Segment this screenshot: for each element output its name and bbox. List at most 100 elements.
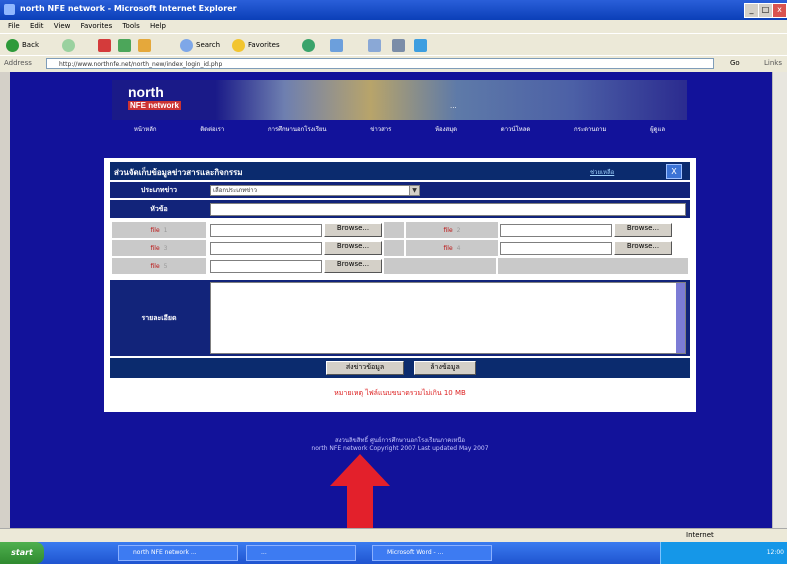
file4-label: file 4: [406, 240, 498, 256]
site-logo[interactable]: north: [128, 84, 164, 100]
ie-icon: [4, 4, 15, 15]
detail-row: รายละเอียด: [110, 280, 690, 356]
file4-input[interactable]: [500, 242, 612, 255]
task-ie-window[interactable]: north NFE network ...: [118, 545, 238, 561]
menu-view[interactable]: View: [54, 20, 71, 33]
mail-button[interactable]: [368, 37, 384, 53]
form-close-button[interactable]: X: [666, 164, 682, 179]
reset-button[interactable]: ล้างข้อมูล: [414, 361, 476, 375]
file5-label: file 5: [112, 258, 206, 274]
footer-line-1: สงวนลิขสิทธิ์ ศูนย์การศึกษานอกโรงเรียนภา…: [334, 437, 466, 444]
refresh-button[interactable]: [118, 37, 134, 53]
file2-label: file 2: [406, 222, 498, 238]
messenger-button[interactable]: [414, 37, 430, 53]
menu-file[interactable]: File: [8, 20, 20, 33]
menu-edit[interactable]: Edit: [30, 20, 44, 33]
form-title: ส่วนจัดเก็บข้อมูลข่าวสารและกิจกรรม: [114, 168, 243, 177]
media-icon: [302, 38, 315, 52]
back-label: Back: [22, 41, 39, 49]
banner-tagline: ...: [450, 102, 457, 110]
menu-tools[interactable]: Tools: [122, 20, 139, 33]
textarea-scrollbar[interactable]: [676, 283, 685, 353]
window-title-bar: north NFE network - Microsoft Internet E…: [0, 0, 787, 20]
red-up-arrow: [330, 454, 390, 528]
search-label: Search: [196, 41, 221, 49]
site-logo-sub: NFE network: [128, 101, 181, 110]
task-folder[interactable]: ...: [246, 545, 356, 561]
file1-browse-button[interactable]: Browse...: [324, 223, 382, 237]
start-button[interactable]: start: [0, 542, 44, 564]
print-icon: [392, 38, 405, 52]
system-tray: 12:00: [660, 542, 787, 564]
file3-input[interactable]: [210, 242, 322, 255]
nav-item-education[interactable]: การศึกษานอกโรงเรียน: [268, 124, 327, 134]
nav-item-download[interactable]: ดาวน์โหลด: [501, 124, 531, 134]
history-button[interactable]: [330, 37, 346, 53]
go-button[interactable]: Go: [730, 58, 760, 69]
favorites-button[interactable]: Favorites: [232, 37, 280, 53]
file-spacer: [384, 222, 404, 238]
file5-browse-button[interactable]: Browse...: [324, 259, 382, 273]
refresh-icon: [118, 38, 131, 52]
dropdown-arrow-icon[interactable]: ▼: [409, 186, 419, 195]
back-button[interactable]: Back: [6, 37, 39, 53]
file-empty-cell: [498, 258, 688, 274]
forward-arrow-icon: [62, 38, 75, 52]
file1-label-text: file: [150, 226, 160, 234]
home-button[interactable]: [138, 37, 154, 53]
print-button[interactable]: [392, 37, 408, 53]
nav-item-home[interactable]: หน้าหลัก: [134, 124, 157, 134]
page-scrollbar[interactable]: [772, 72, 787, 528]
file-empty-cell: [384, 258, 496, 274]
nav-item-board[interactable]: กระดานถาม: [574, 124, 606, 134]
messenger-icon: [414, 38, 427, 52]
file4-browse-button[interactable]: Browse...: [614, 241, 672, 255]
clock: 12:00: [766, 549, 784, 556]
zone-indicator: Internet: [686, 531, 714, 539]
file5-input[interactable]: [210, 260, 322, 273]
category-select[interactable]: เลือกประเภทข่าว ▼: [210, 185, 420, 196]
forward-button[interactable]: [62, 37, 78, 53]
nav-item-contact[interactable]: ติดต่อเรา: [200, 124, 224, 134]
file2-label-text: file: [443, 226, 453, 234]
nav-item-library[interactable]: ห้องสมุด: [435, 124, 457, 134]
task-word[interactable]: Microsoft Word - ...: [372, 545, 492, 561]
file-spacer: [384, 240, 404, 256]
category-label: ประเภทข่าว: [112, 182, 206, 198]
detail-label: รายละเอียด: [112, 280, 206, 356]
file3-browse-button[interactable]: Browse...: [324, 241, 382, 255]
stop-button[interactable]: [98, 37, 114, 53]
submit-button[interactable]: ส่งข่าวข้อมูล: [326, 361, 404, 375]
file5-label-text: file: [150, 262, 160, 270]
nav-item-news[interactable]: ข่าวสาร: [370, 124, 391, 134]
links-button[interactable]: Links: [764, 58, 782, 69]
search-icon: [180, 38, 193, 52]
url-input[interactable]: http://www.northnfe.net/north_new/index_…: [46, 58, 714, 69]
history-icon: [330, 38, 343, 52]
subject-input[interactable]: [210, 203, 686, 216]
minimize-button[interactable]: _: [744, 3, 759, 18]
mail-icon: [368, 38, 381, 52]
menu-favorites[interactable]: Favorites: [81, 20, 113, 33]
menu-bar: File Edit View Favorites Tools Help: [0, 20, 787, 33]
file2-browse-button[interactable]: Browse...: [614, 223, 672, 237]
maximize-button[interactable]: □: [758, 3, 773, 18]
file2-input[interactable]: [500, 224, 612, 237]
subject-row: หัวข้อ: [110, 200, 690, 218]
site-banner: [112, 80, 687, 120]
category-selected-value: เลือกประเภทข่าว: [213, 187, 258, 194]
favorites-label: Favorites: [248, 41, 280, 49]
file4-label-text: file: [443, 244, 453, 252]
nav-item-admin[interactable]: ผู้ดูแล: [650, 124, 665, 134]
file1-input[interactable]: [210, 224, 322, 237]
file1-label: file 1: [112, 222, 206, 238]
search-button[interactable]: Search: [180, 37, 220, 53]
close-button[interactable]: x: [772, 3, 787, 18]
help-link[interactable]: ช่วยเหลือ: [590, 167, 614, 177]
detail-textarea[interactable]: [210, 282, 686, 354]
status-bar: Internet: [0, 528, 787, 543]
media-button[interactable]: [302, 37, 318, 53]
back-arrow-icon: [6, 38, 19, 52]
menu-help[interactable]: Help: [150, 20, 166, 33]
address-label: Address: [4, 59, 32, 67]
